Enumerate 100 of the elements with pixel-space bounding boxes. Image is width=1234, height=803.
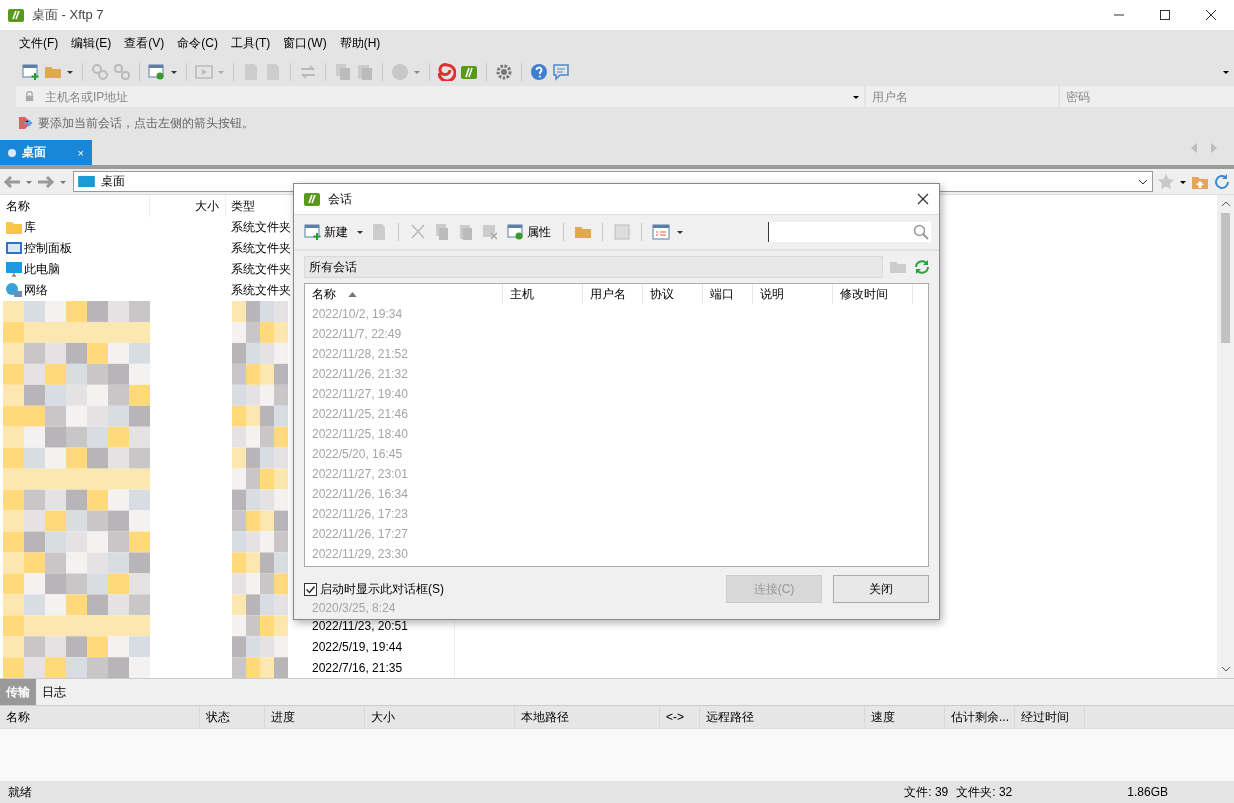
file-name[interactable]: 库 [24,218,36,236]
paste-icon [457,223,475,241]
circle-icon [391,62,409,81]
lock-icon [24,91,35,102]
faded-date: 2022/5/20, 16:45 [311,446,403,463]
caret-icon[interactable] [676,228,684,236]
column-header[interactable]: 端口 [710,285,734,303]
username-field[interactable]: 用户名 [866,86,1060,107]
dialog-button[interactable]: 关闭 [833,575,929,603]
settings-icon[interactable] [495,62,513,81]
link-icon [91,62,109,81]
column-header[interactable]: 本地路径 [515,706,660,728]
column-header[interactable]: 名称 [312,285,336,303]
menu-item[interactable]: 命令(C) [177,35,218,52]
menu-item[interactable]: 工具(T) [231,35,271,52]
column-header[interactable]: 名称 [0,706,200,728]
file-count: 文件: 39 [904,783,949,801]
panel-tab[interactable]: 日志 [36,679,72,705]
star-icon[interactable] [1157,172,1175,191]
file-name[interactable]: 此电脑 [24,260,60,278]
column-header[interactable]: 远程路径 [700,706,865,728]
host-input[interactable]: 主机名或IP地址 [43,88,844,105]
document-icon [242,62,260,81]
search-icon [913,224,929,240]
close-tab-button[interactable]: × [77,146,84,159]
column-header[interactable]: 速度 [865,706,945,728]
scroll-down-icon[interactable] [1220,665,1231,673]
copy-icon [433,223,451,241]
faded-date: 2022/11/7, 22:49 [311,326,402,343]
window-gear-icon [507,223,525,241]
checkbox-icon [304,583,317,596]
file-name[interactable]: 控制面板 [24,239,72,257]
window-gear-icon[interactable] [148,62,166,81]
back-icon[interactable] [3,174,21,189]
menu-item[interactable]: 查看(V) [124,35,165,52]
list-view-icon[interactable] [652,223,670,241]
new-session-button[interactable]: 新建 [302,223,350,241]
new-window-icon[interactable] [22,62,40,81]
forward-icon[interactable] [37,174,55,189]
faded-date: 2022/11/29, 23:30 [311,546,408,563]
status-text: 就绪 [8,783,32,801]
host-field[interactable]: 主机名或IP地址 [16,86,866,107]
modified-date: 2022/5/19, 19:44 [312,639,404,656]
document-icon [370,223,388,241]
column-header[interactable]: 修改时间 [840,285,888,303]
faded-date: 2022/11/28, 21:52 [311,346,408,363]
file-name[interactable]: 网络 [24,281,48,299]
globe-icon [6,282,22,299]
faded-date: 2022/11/26, 17:23 [311,506,408,523]
monitor-icon [6,261,22,278]
scroll-thumb[interactable] [1221,213,1230,343]
disk-size: 1.86GB [1127,785,1168,799]
document-icon [264,62,282,81]
faded-date: 2022/11/27, 19:40 [311,386,408,403]
column-header[interactable]: 大小 [150,195,226,217]
chevron-down-icon[interactable] [1138,177,1148,186]
spiral-icon[interactable] [438,62,456,81]
chat-icon[interactable] [552,62,570,81]
scrollbar[interactable] [1217,195,1234,678]
column-header[interactable]: 经过时间 [1015,706,1085,728]
modified-date: 2022/11/23, 20:51 [312,618,409,635]
search-field[interactable] [768,222,931,242]
column-header[interactable]: 进度 [265,706,365,728]
column-header[interactable]: <-> [660,706,700,728]
column-header[interactable]: 说明 [760,285,784,303]
close-icon[interactable] [1205,9,1217,21]
folder-count: 文件夹: 32 [956,783,1013,801]
close-icon[interactable] [917,193,929,205]
properties-button[interactable]: 属性 [505,223,553,241]
arrow-flag-icon[interactable] [18,116,32,130]
refresh-icon[interactable] [1213,172,1231,191]
password-field[interactable]: 密码 [1060,86,1234,107]
column-header[interactable]: 状态 [200,706,265,728]
control-panel-icon [6,240,22,257]
dialog-title: 会话 [328,190,352,208]
file-type: 系统文件夹 [230,281,292,299]
menu-item[interactable]: 文件(F) [19,35,59,52]
scroll-up-icon[interactable] [1220,200,1231,208]
session-tab[interactable]: 桌面 × [0,140,92,165]
hint-text: 要添加当前会话，点击左侧的箭头按钮。 [38,114,254,132]
menu-item[interactable]: 编辑(E) [71,35,112,52]
faded-date: 2022/11/26, 17:27 [311,526,408,543]
column-header[interactable]: 大小 [365,706,515,728]
column-header[interactable]: 用户名 [590,285,626,303]
faded-date: 2022/11/26, 16:34 [311,486,408,503]
scissors-icon [409,223,427,241]
menu-item[interactable]: 帮助(H) [339,35,381,52]
menu-item[interactable]: 窗口(W) [283,35,327,52]
faded-date: 2022/11/25, 21:46 [311,406,408,423]
help-icon[interactable] [530,62,548,81]
refresh-icon[interactable] [913,258,931,276]
folder-path-field[interactable]: 所有会话 [304,256,883,278]
maximize-icon[interactable] [1159,9,1171,21]
column-header[interactable]: 估计剩余... [945,706,1015,728]
column-header[interactable]: 名称 [0,195,150,217]
folder-icon [6,219,22,236]
column-header[interactable]: 主机 [510,285,534,303]
startup-checkbox[interactable]: 启动时显示此对话框(S) [304,581,444,598]
column-header[interactable]: 协议 [650,285,674,303]
caret-icon[interactable] [356,228,364,236]
